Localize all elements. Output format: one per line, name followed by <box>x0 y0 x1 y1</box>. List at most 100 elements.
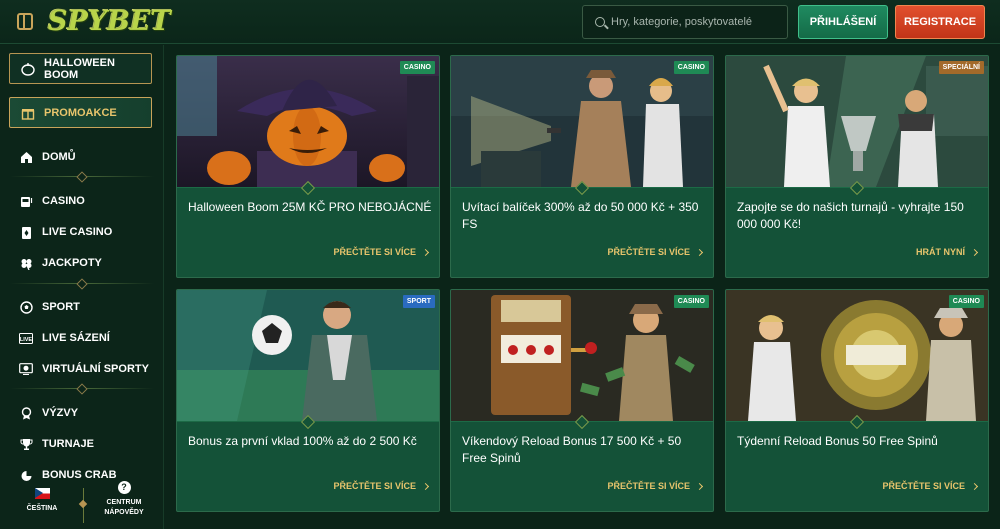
chevron-right-icon <box>970 482 979 490</box>
divider <box>10 283 154 284</box>
cta-label: PŘEČTĚTE SI VÍCE <box>882 481 965 491</box>
chevron-right-icon <box>970 248 979 256</box>
crab-icon <box>19 468 33 482</box>
sidebar-item-label: VÝZVY <box>42 407 79 419</box>
medal-icon <box>19 406 33 420</box>
read-more-link[interactable]: PŘEČTĚTE SI VÍCE <box>607 481 704 491</box>
sidebar-item-label: VIRTUÁLNÍ SPORTY <box>42 363 149 375</box>
sidebar-item-tournaments[interactable]: TURNAJE <box>19 435 94 453</box>
promo-image-weekly-reload: CASINO <box>726 290 988 421</box>
divider <box>10 388 154 389</box>
sidebar-item-bonus-crab[interactable]: BONUS CRAB <box>19 466 117 484</box>
virtual-sport-icon <box>19 362 33 376</box>
card-divider <box>451 421 713 422</box>
sidebar-item-live-betting[interactable]: LIVE LIVE SÁZENÍ <box>19 329 110 347</box>
sidebar-item-label: BONUS CRAB <box>42 469 117 481</box>
sidebar-item-live-casino[interactable]: LIVE CASINO <box>19 223 112 241</box>
language-selector[interactable]: ČEŠTINA <box>24 488 60 512</box>
cta-label: PŘEČTĚTE SI VÍCE <box>607 481 690 491</box>
sidebar-toggle-icon[interactable] <box>17 13 33 30</box>
cta-label: PŘEČTĚTE SI VÍCE <box>333 247 416 257</box>
sidebar-item-virtual-sports[interactable]: VIRTUÁLNÍ SPORTY <box>19 360 149 378</box>
promo-card[interactable]: CASINO Uvítací balíček 300% až do 50 000… <box>450 55 714 278</box>
promo-card[interactable]: CASINO Víkendový Reload Bonus 17 500 Kč … <box>450 289 714 512</box>
sidebar-item-label: TURNAJE <box>42 438 94 450</box>
logo[interactable]: SPYBET <box>48 4 171 40</box>
sidebar-item-label: HALLOWEEN BOOM <box>44 56 115 81</box>
sidebar-item-label: LIVE CASINO <box>42 226 113 238</box>
help-label-line1: CENTRUM <box>106 499 142 506</box>
register-button[interactable]: REGISTRACE <box>895 5 985 39</box>
promo-card[interactable]: SPORT Bonus za první vklad 100% až do 2 … <box>176 289 440 512</box>
read-more-link[interactable]: PŘEČTĚTE SI VÍCE <box>607 247 704 257</box>
category-badge: CASINO <box>399 61 435 74</box>
gift-icon <box>21 106 35 120</box>
promo-title: Bonus za první vklad 100% až do 2 500 Kč <box>188 434 417 448</box>
login-button[interactable]: PŘIHLÁŠENÍ <box>798 5 888 39</box>
search-icon <box>595 17 605 27</box>
sidebar-item-label: PROMOAKCE <box>44 106 117 119</box>
sidebar-item-challenges[interactable]: VÝZVY <box>19 404 78 422</box>
category-badge: CASINO <box>948 295 984 308</box>
card-divider <box>451 187 713 188</box>
card-divider <box>177 421 439 422</box>
clover-icon <box>19 256 33 270</box>
czech-flag-icon <box>34 488 50 499</box>
promo-card[interactable]: CASINO Týdenní Reload Bonus 50 Free Spin… <box>725 289 989 512</box>
cta-label: PŘEČTĚTE SI VÍCE <box>607 247 690 257</box>
promo-image-halloween: CASINO <box>177 56 439 187</box>
sidebar-item-promo[interactable]: PROMOAKCE <box>9 97 152 128</box>
sidebar-item-home[interactable]: DOMŮ <box>19 148 76 166</box>
sidebar-item-label: DOMŮ <box>42 151 76 163</box>
promo-image-sport: SPORT <box>177 290 439 421</box>
play-now-link[interactable]: HRÁT NYNÍ <box>916 247 979 257</box>
promo-title: Uvítací balíček 300% až do 50 000 Kč + 3… <box>462 200 699 231</box>
divider <box>83 488 84 523</box>
search-input[interactable] <box>611 6 786 38</box>
sidebar-item-label: CASINO <box>42 195 85 207</box>
question-icon: ? <box>117 481 131 494</box>
chevron-right-icon <box>421 248 430 256</box>
promo-card[interactable]: CASINO Halloween Boom 25M KČ PRO NEBOJÁC… <box>176 55 440 278</box>
chevron-right-icon <box>695 482 704 490</box>
sidebar-item-label: SPORT <box>42 301 80 313</box>
card-divider <box>726 421 988 422</box>
promo-card[interactable]: SPECIÁLNÍ Zapojte se do našich turnajů -… <box>725 55 989 278</box>
chevron-right-icon <box>421 482 430 490</box>
svg-text:LIVE: LIVE <box>20 337 33 343</box>
promo-image-tournaments: SPECIÁLNÍ <box>726 56 988 187</box>
read-more-link[interactable]: PŘEČTĚTE SI VÍCE <box>333 481 430 491</box>
trophy-icon <box>19 437 33 451</box>
search-box[interactable] <box>582 5 788 39</box>
sidebar-item-jackpots[interactable]: JACKPOTY <box>19 254 102 272</box>
sidebar-item-label: JACKPOTY <box>42 257 102 269</box>
sidebar-item-sport[interactable]: SPORT <box>19 298 80 316</box>
divider <box>10 176 154 177</box>
cta-label: PŘEČTĚTE SI VÍCE <box>333 481 416 491</box>
card-divider <box>177 187 439 188</box>
promo-title: Zapojte se do našich turnajů - vyhrajte … <box>737 200 964 231</box>
sidebar: HALLOWEEN BOOM PROMOAKCE DOMŮ CASINO LIV… <box>0 45 164 529</box>
category-badge: SPORT <box>402 295 435 308</box>
promo-title: Halloween Boom 25M KČ PRO NEBOJÁCNÉ <box>188 200 432 214</box>
read-more-link[interactable]: PŘEČTĚTE SI VÍCE <box>882 481 979 491</box>
help-label-line2: NÁPOVĚDY <box>104 509 144 516</box>
language-label: ČEŠTINA <box>26 505 58 512</box>
promo-title: Týdenní Reload Bonus 50 Free Spinů <box>737 434 938 448</box>
promo-image-weekend-reload: CASINO <box>451 290 713 421</box>
cta-label: HRÁT NYNÍ <box>916 247 965 257</box>
help-center-button[interactable]: ? CENTRUM NÁPOVĚDY <box>103 481 145 518</box>
cards-icon <box>19 225 33 239</box>
category-badge: SPECIÁLNÍ <box>938 61 984 74</box>
pumpkin-icon <box>21 62 35 76</box>
sidebar-item-halloween-boom[interactable]: HALLOWEEN BOOM <box>9 53 152 84</box>
slot-machine-icon <box>19 194 33 208</box>
soccer-ball-icon <box>19 300 33 314</box>
promo-image-welcome: CASINO <box>451 56 713 187</box>
card-divider <box>726 187 988 188</box>
top-header: SPYBET PŘIHLÁŠENÍ REGISTRACE <box>0 0 1000 44</box>
read-more-link[interactable]: PŘEČTĚTE SI VÍCE <box>333 247 430 257</box>
sidebar-item-casino[interactable]: CASINO <box>19 192 85 210</box>
chevron-right-icon <box>695 248 704 256</box>
home-icon <box>19 150 33 164</box>
